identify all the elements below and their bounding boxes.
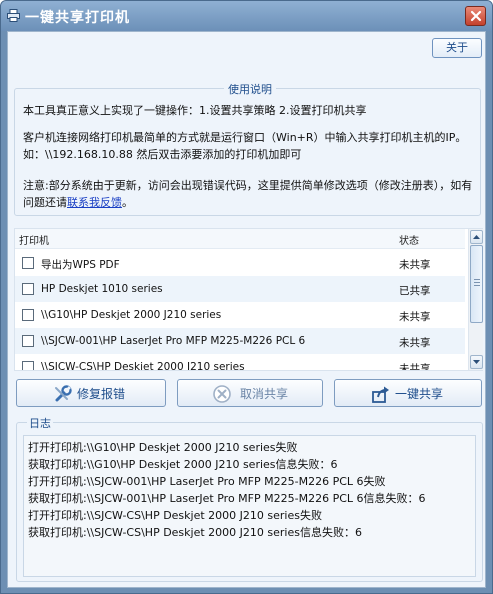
printer-checkbox[interactable] xyxy=(22,361,34,370)
feedback-link[interactable]: 联系我反馈 xyxy=(67,196,122,209)
printer-checkbox[interactable] xyxy=(22,335,34,347)
log-line: 打开打印机:\\G10\HP Deskjet 2000 J210 series失… xyxy=(28,441,298,454)
printer-checkbox[interactable] xyxy=(22,283,34,295)
cancel-share-button-label: 取消共享 xyxy=(240,387,289,401)
client-area: 关于 使用说明 本工具真正意义上实现了一键操作：1.设置共享策略 2.设置打印机… xyxy=(7,31,486,588)
list-header: 打印机 状态 xyxy=(15,229,465,249)
column-header-printer[interactable]: 打印机 xyxy=(19,232,49,247)
scroll-up-button[interactable] xyxy=(470,230,483,244)
close-icon xyxy=(470,10,482,22)
chevron-down-icon xyxy=(473,360,480,364)
log-output[interactable]: 打开打印机:\\G10\HP Deskjet 2000 J210 series失… xyxy=(23,435,476,577)
app-window: 一键共享打印机 关于 使用说明 本工具真正意义上实现了一键操作：1.设置共享策略… xyxy=(0,0,493,594)
printer-name: \\SJCW-001\HP LaserJet Pro MFP M225-M226… xyxy=(41,335,306,347)
log-line: 获取打印机:\\SJCW-CS\HP Deskjet 2000 J210 ser… xyxy=(28,526,362,539)
printer-row[interactable]: \\SJCW-001\HP LaserJet Pro MFP M225-M226… xyxy=(15,328,465,354)
printer-name: \\G10\HP Deskjet 2000 J210 series xyxy=(41,309,222,321)
scroll-thumb[interactable] xyxy=(470,245,483,323)
note-end: 。 xyxy=(122,196,133,209)
printer-row[interactable]: \\SJCW-CS\HP Deskjet 2000 J210 series 未共… xyxy=(15,354,465,370)
printer-status: 未共享 xyxy=(399,337,431,349)
repair-button-label: 修复报错 xyxy=(77,387,126,401)
title-bar[interactable]: 一键共享打印机 xyxy=(1,1,492,31)
share-arrow-icon xyxy=(372,386,389,403)
printer-status: 已共享 xyxy=(399,285,431,297)
printer-icon xyxy=(7,9,20,22)
wrench-icon xyxy=(55,385,72,402)
instructions-paragraph-3: 注意:部分系统由于更新，访问会出现错误代码，这里提供简单修改选项（修改注册表），… xyxy=(23,177,475,211)
log-legend: 日志 xyxy=(27,415,53,431)
printer-row[interactable]: 导出为WPS PDF 未共享 xyxy=(15,250,465,276)
instructions-paragraph-1: 本工具真正意义上实现了一键操作：1.设置共享策略 2.设置打印机共享 xyxy=(23,104,367,117)
printer-name: 导出为WPS PDF xyxy=(41,259,120,271)
printer-row[interactable]: HP Deskjet 1010 series 已共享 xyxy=(15,276,465,302)
log-line: 打开打印机:\\SJCW-001\HP LaserJet Pro MFP M22… xyxy=(28,475,386,488)
about-button[interactable]: 关于 xyxy=(432,38,482,58)
one-click-share-button-label: 一键共享 xyxy=(395,387,444,401)
printer-row[interactable]: \\G10\HP Deskjet 2000 J210 series 未共享 xyxy=(15,302,465,328)
instructions-paragraph-2: 客户机连接网络打印机最简单的方式就是运行窗口（Win+R）中输入共享打印机主机的… xyxy=(23,131,467,161)
log-line: 获取打印机:\\G10\HP Deskjet 2000 J210 series信… xyxy=(28,458,338,471)
column-header-status[interactable]: 状态 xyxy=(399,232,419,247)
grip-icon xyxy=(474,279,480,280)
repair-button[interactable]: 修复报错 xyxy=(16,379,166,407)
printer-status: 未共享 xyxy=(399,259,431,271)
printer-list[interactable]: 打印机 状态 导出为WPS PDF 未共享 HP Deskjet 1010 se… xyxy=(14,228,483,371)
printer-name: \\SJCW-CS\HP Deskjet 2000 J210 series xyxy=(41,361,245,370)
printer-checkbox[interactable] xyxy=(22,309,34,321)
printer-status: 未共享 xyxy=(399,363,431,370)
chevron-up-icon xyxy=(473,235,480,239)
cancel-share-button[interactable]: 取消共享 xyxy=(177,379,323,407)
list-scrollbar[interactable] xyxy=(468,229,483,370)
log-line: 获取打印机:\\SJCW-001\HP LaserJet Pro MFP M22… xyxy=(28,492,426,505)
window-title: 一键共享打印机 xyxy=(25,10,130,26)
one-click-share-button[interactable]: 一键共享 xyxy=(334,379,482,407)
printer-checkbox[interactable] xyxy=(22,257,34,269)
close-button[interactable] xyxy=(465,6,486,26)
log-line: 打开打印机:\\SJCW-CS\HP Deskjet 2000 J210 ser… xyxy=(28,509,322,522)
cancel-x-icon xyxy=(213,385,231,403)
printer-status: 未共享 xyxy=(399,311,431,323)
scroll-down-button[interactable] xyxy=(470,355,483,369)
instructions-group: 使用说明 本工具真正意义上实现了一键操作：1.设置共享策略 2.设置打印机共享 … xyxy=(14,81,481,216)
log-group: 日志 打开打印机:\\G10\HP Deskjet 2000 J210 seri… xyxy=(16,415,483,582)
printer-name: HP Deskjet 1010 series xyxy=(41,283,163,295)
instructions-legend: 使用说明 xyxy=(224,81,276,97)
